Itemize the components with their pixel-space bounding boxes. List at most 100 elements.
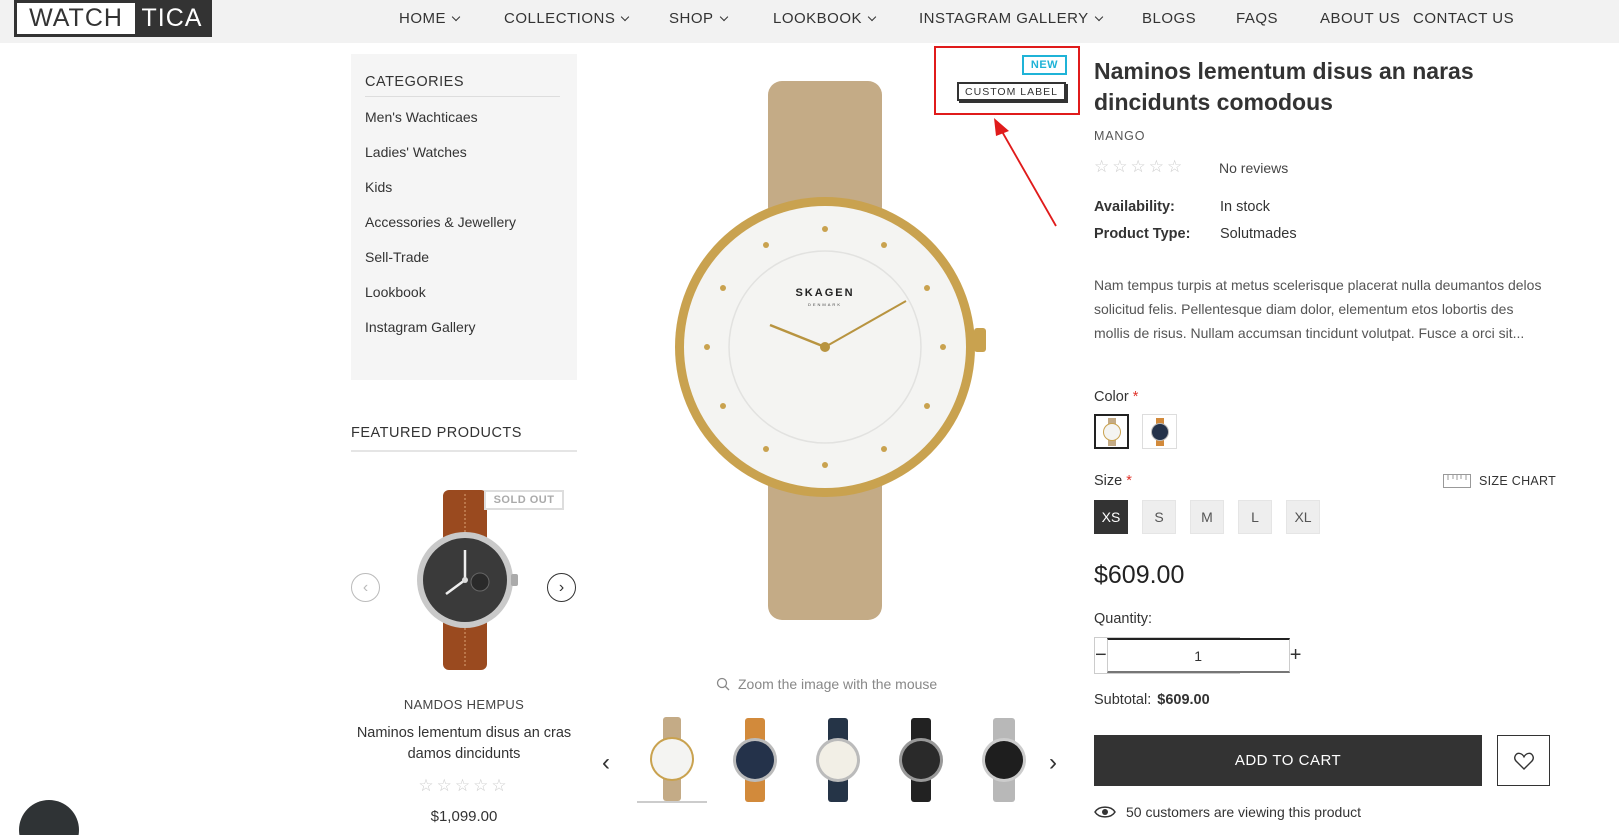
thumbnail-image: [733, 718, 777, 802]
eye-icon: [1094, 806, 1116, 818]
nav-blogs[interactable]: BLOGS: [1142, 10, 1196, 27]
availability-value: In stock: [1220, 199, 1270, 215]
swatch-image: [1102, 417, 1121, 446]
zoom-hint: Zoom the image with the mouse: [716, 676, 937, 692]
nav-collections[interactable]: COLLECTIONS: [504, 10, 630, 27]
product-type-value: Solutmades: [1220, 226, 1297, 242]
subtotal-label: Subtotal:: [1094, 692, 1152, 708]
site-header: WATCH TICA HOME COLLECTIONS SHOP LOOKBOO…: [0, 0, 1619, 43]
heart-icon: [1513, 752, 1534, 770]
quantity-stepper: − +: [1094, 637, 1301, 674]
size-option-l[interactable]: L: [1238, 500, 1272, 534]
category-link[interactable]: Instagram Gallery: [365, 315, 563, 350]
categories-title: CATEGORIES: [365, 74, 560, 97]
minus-icon: −: [1095, 644, 1107, 666]
thumbnail-image: [899, 718, 943, 802]
size-option-m[interactable]: M: [1190, 500, 1224, 534]
category-link[interactable]: Accessories & Jewellery: [365, 210, 563, 245]
chevron-left-icon: ‹: [362, 578, 369, 596]
thumbnail-3[interactable]: [803, 717, 873, 803]
viewing-text: 50 customers are viewing this product: [1126, 804, 1361, 820]
annotation-arrow-icon: [994, 118, 1057, 227]
featured-product-price: $1,099.00: [430, 808, 498, 825]
thumbnail-image: [816, 718, 860, 802]
quantity-decrease-button[interactable]: −: [1095, 638, 1107, 673]
product-rating-stars[interactable]: ☆☆☆☆☆: [1094, 157, 1185, 177]
size-option-s[interactable]: S: [1142, 500, 1176, 534]
size-chart-label: SIZE CHART: [1479, 474, 1557, 488]
chevron-down-icon: [451, 12, 461, 22]
nav-lookbook[interactable]: LOOKBOOK: [773, 10, 877, 27]
wishlist-button[interactable]: [1497, 735, 1550, 786]
size-option-label: Size *: [1094, 473, 1132, 489]
thumbnail-2[interactable]: [720, 717, 790, 803]
categories-panel: CATEGORIES Men's Wachticaes Ladies' Watc…: [351, 54, 577, 380]
color-swatch-beige[interactable]: [1094, 414, 1129, 449]
size-chart-link[interactable]: SIZE CHART: [1443, 474, 1556, 488]
availability-row: Availability: In stock: [1094, 199, 1270, 215]
live-viewers-notice: 50 customers are viewing this product: [1094, 804, 1361, 820]
zoom-hint-text: Zoom the image with the mouse: [738, 676, 938, 692]
availability-label: Availability:: [1094, 199, 1175, 215]
category-link[interactable]: Kids: [365, 175, 563, 210]
chevron-right-icon: ›: [1049, 749, 1057, 776]
nav-shop[interactable]: SHOP: [669, 10, 728, 27]
product-type-row: Product Type: Solutmades: [1094, 226, 1297, 242]
thumbnails-next-button[interactable]: ›: [1049, 749, 1057, 777]
thumbnail-4[interactable]: [886, 717, 956, 803]
nav-lookbook-label: LOOKBOOK: [773, 10, 863, 27]
featured-product-rating: ☆☆☆☆☆: [418, 776, 510, 795]
thumbnail-5[interactable]: [969, 717, 1039, 803]
nav-blogs-label: BLOGS: [1142, 10, 1197, 27]
required-mark: *: [1132, 389, 1139, 405]
category-link[interactable]: Sell-Trade: [365, 245, 563, 280]
size-option-xl[interactable]: XL: [1286, 500, 1320, 534]
nav-home[interactable]: HOME: [399, 10, 461, 27]
featured-products-title: FEATURED PRODUCTS: [351, 425, 577, 452]
main-product-image[interactable]: SKAGEN DENMARK: [660, 75, 1000, 630]
size-option-xs[interactable]: XS: [1094, 500, 1128, 534]
nav-about-us[interactable]: ABOUT US: [1320, 10, 1400, 27]
svg-text:DENMARK: DENMARK: [808, 302, 842, 307]
featured-next-button[interactable]: ›: [547, 573, 576, 602]
thumbnail-image: [982, 718, 1026, 802]
logo-text-left: WATCH: [29, 4, 123, 32]
required-mark: *: [1126, 473, 1132, 489]
add-to-cart-button[interactable]: ADD TO CART: [1094, 735, 1482, 786]
custom-label-badge: CUSTOM LABEL: [957, 82, 1066, 101]
thumbnail-image: [650, 717, 694, 801]
thumbnails-prev-button[interactable]: ‹: [602, 749, 610, 777]
product-vendor[interactable]: MANGO: [1094, 129, 1145, 143]
color-swatch-navy[interactable]: [1142, 414, 1177, 449]
swatch-image: [1150, 417, 1169, 446]
category-link[interactable]: Men's Wachticaes: [365, 105, 563, 140]
site-logo[interactable]: WATCH TICA: [14, 0, 212, 37]
featured-product-name[interactable]: Naminos lementum disus an cras damos din…: [351, 723, 577, 765]
product-title: Naminos lementum disus an naras dincidun…: [1094, 58, 1474, 115]
shopify-badge-icon[interactable]: [19, 800, 79, 835]
chevron-down-icon: [867, 12, 877, 22]
nav-contact-us[interactable]: CONTACT US: [1413, 10, 1514, 27]
category-link[interactable]: Lookbook: [365, 280, 563, 315]
quantity-increase-button[interactable]: +: [1290, 638, 1302, 673]
ruler-icon: [1443, 474, 1471, 488]
featured-product-image[interactable]: [410, 490, 520, 670]
thumbnail-1[interactable]: [637, 717, 707, 803]
nav-faqs[interactable]: FAQS: [1236, 10, 1278, 27]
color-option-label: Color *: [1094, 389, 1138, 405]
featured-product-vendor: NAMDOS HEMPUS: [403, 697, 525, 712]
nav-collections-label: COLLECTIONS: [504, 10, 616, 27]
nav-shop-label: SHOP: [669, 10, 714, 27]
nav-about-us-label: ABOUT US: [1320, 10, 1401, 27]
category-link[interactable]: Ladies' Watches: [365, 140, 563, 175]
product-description: Nam tempus turpis at metus scelerisque p…: [1094, 277, 1542, 341]
featured-prev-button[interactable]: ‹: [351, 573, 380, 602]
quantity-label: Quantity:: [1094, 611, 1153, 627]
svg-text:SKAGEN: SKAGEN: [795, 287, 854, 299]
logo-text-right: TICA: [135, 3, 209, 34]
quantity-input[interactable]: [1106, 638, 1290, 673]
color-label-text: Color: [1094, 389, 1129, 405]
subtotal-row: Subtotal: $609.00: [1094, 692, 1210, 708]
nav-instagram-gallery[interactable]: INSTAGRAM GALLERY: [919, 10, 1103, 27]
search-icon: [716, 677, 730, 691]
